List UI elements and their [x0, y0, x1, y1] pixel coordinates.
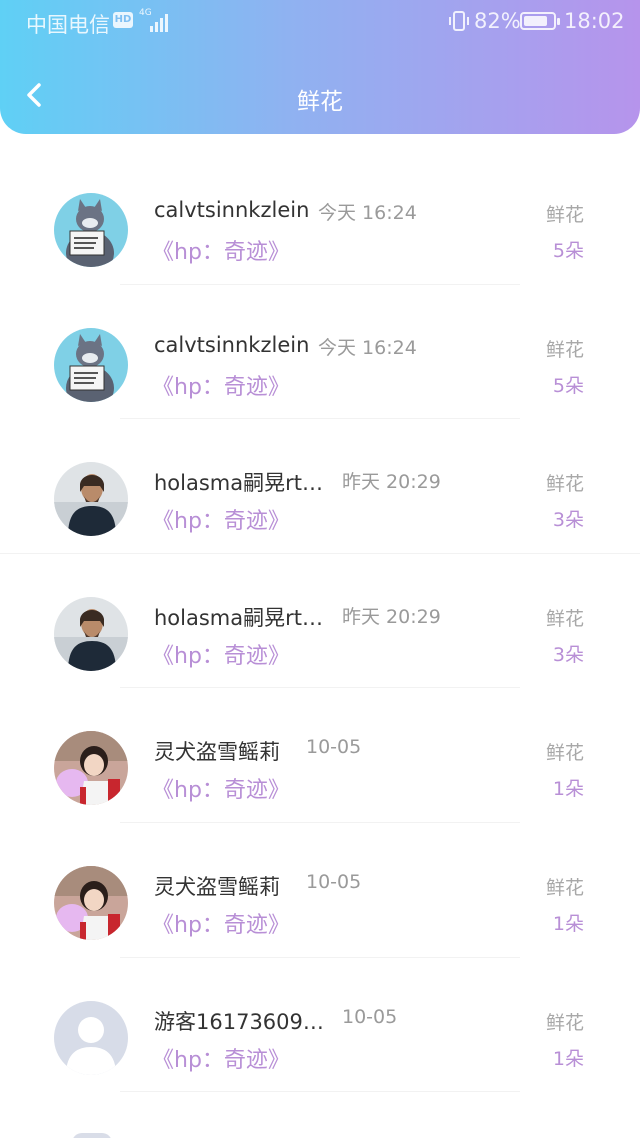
list-item[interactable]: calvtsinnkzlein 今天 16:24 《hp：奇迹》 鲜花 5朵 — [0, 150, 640, 285]
battery-percent: 82% — [474, 9, 521, 33]
book-title-link[interactable]: 《hp：奇迹》 — [152, 503, 290, 535]
username: calvtsinnkzlein — [154, 332, 310, 357]
battery-level — [524, 16, 547, 26]
status-bar: 中国电信 HD 4G 82% 18:02 — [0, 0, 640, 44]
signal-icon — [148, 12, 172, 32]
list-item[interactable]: calvtsinnkzlein 今天 16:24 《hp：奇迹》 鲜花 5朵 — [0, 285, 640, 420]
carrier-name: 中国电信 — [26, 13, 110, 37]
list-item[interactable]: 灵犬盗雪鳐莉 10-05 《hp：奇迹》 鲜花 1朵 — [0, 688, 640, 823]
book-title-link[interactable]: 《hp：奇迹》 — [152, 369, 290, 401]
timestamp: 昨天 20:29 — [342, 605, 441, 628]
app-header: 中国电信 HD 4G 82% 18:02 鲜花 — [0, 0, 640, 134]
avatar[interactable] — [54, 731, 128, 806]
timestamp: 今天 16:24 — [318, 202, 417, 224]
hd-badge: HD — [113, 12, 133, 28]
username: holasma嗣晃rt… — [154, 471, 323, 496]
list-item[interactable]: holasma嗣晃rt… 昨天 20:29 《hp：奇迹》 鲜花 3朵 — [0, 419, 640, 554]
book-title-link[interactable]: 《hp：奇迹》 — [152, 1042, 290, 1074]
gift-type-label: 鲜花 — [545, 876, 584, 899]
gift-count: 3朵 — [552, 643, 584, 666]
username: 灵犬盗雪鳐莉 — [154, 740, 280, 765]
gift-type-label: 鲜花 — [545, 742, 584, 765]
timestamp: 今天 16:24 — [318, 336, 417, 359]
avatar[interactable] — [54, 1000, 128, 1075]
avatar[interactable] — [54, 596, 128, 671]
gift-count: 5朵 — [552, 374, 584, 397]
gift-type-label: 鲜花 — [545, 204, 584, 226]
page-title: 鲜花 — [297, 89, 343, 115]
avatar[interactable] — [54, 462, 128, 537]
avatar[interactable] — [54, 193, 128, 267]
username: calvtsinnkzlein — [154, 198, 310, 222]
avatar[interactable] — [54, 865, 128, 940]
gift-count: 3朵 — [552, 509, 584, 532]
username: 游客16173609… — [154, 1009, 324, 1034]
vibrate-icon — [449, 11, 469, 31]
gift-type-label: 鲜花 — [545, 607, 584, 630]
gift-type-label: 鲜花 — [545, 473, 584, 496]
timestamp: 10-05 — [342, 1005, 398, 1028]
battery-icon — [520, 12, 560, 30]
timestamp: 10-05 — [306, 870, 362, 893]
timestamp: 10-05 — [306, 736, 362, 759]
list-item[interactable]: 游客16173609… 10-05 《hp：奇迹》 鲜花 1朵 — [0, 958, 640, 1093]
book-title-link[interactable]: 《hp：奇迹》 — [152, 234, 290, 266]
gift-count: 1朵 — [552, 778, 584, 801]
list-item[interactable]: holasma嗣晃rt… 昨天 20:29 《hp：奇迹》 鲜花 3朵 — [0, 554, 640, 689]
gift-count: 1朵 — [552, 912, 584, 935]
book-title-link[interactable]: 《hp：奇迹》 — [152, 907, 290, 939]
avatar[interactable] — [54, 327, 128, 402]
status-clock: 18:02 — [564, 9, 625, 33]
partial-avatar — [72, 1133, 112, 1138]
book-title-link[interactable]: 《hp：奇迹》 — [152, 772, 290, 804]
gift-count: 5朵 — [552, 240, 584, 262]
username: holasma嗣晃rt… — [154, 605, 323, 630]
gift-list: calvtsinnkzlein 今天 16:24 《hp：奇迹》 鲜花 5朵 calvt… — [0, 150, 640, 1093]
book-title-link[interactable]: 《hp：奇迹》 — [152, 638, 290, 670]
username: 灵犬盗雪鳐莉 — [154, 874, 280, 899]
timestamp: 昨天 20:29 — [342, 471, 441, 494]
gift-count: 1朵 — [552, 1047, 584, 1070]
row-divider — [120, 1091, 520, 1093]
list-item[interactable]: 灵犬盗雪鳐莉 10-05 《hp：奇迹》 鲜花 1朵 — [0, 823, 640, 958]
gift-type-label: 鲜花 — [545, 338, 584, 361]
gift-type-label: 鲜花 — [545, 1011, 584, 1034]
